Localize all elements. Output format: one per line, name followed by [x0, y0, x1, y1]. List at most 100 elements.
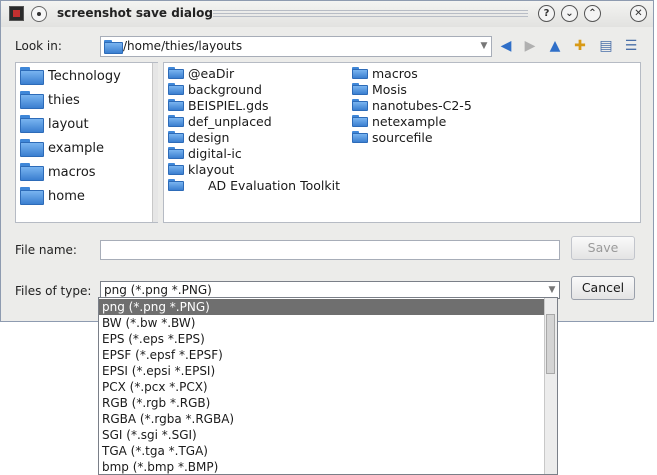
file-type-option-pcx[interactable]: PCX (*.pcx *.PCX): [99, 379, 546, 395]
file-item-label: macros: [372, 65, 418, 81]
save-button[interactable]: Save: [571, 236, 635, 260]
file-item[interactable]: netexample: [352, 113, 446, 129]
file-type-option-rgb[interactable]: RGB (*.rgb *.RGB): [99, 395, 546, 411]
file-item[interactable]: Mosis: [352, 81, 407, 97]
folder-icon: [168, 179, 184, 191]
folder-icon: [20, 115, 44, 133]
folder-icon: [168, 147, 184, 159]
file-item-label: nanotubes-C2-5: [372, 97, 472, 113]
file-item[interactable]: nanotubes-C2-5: [352, 97, 472, 113]
dropdown-scrollbar-thumb[interactable]: [546, 314, 555, 374]
file-item[interactable]: sourcefile: [352, 129, 433, 145]
folder-icon: [20, 163, 44, 181]
folder-icon: [352, 131, 368, 143]
file-item[interactable]: digital-ic: [168, 145, 242, 161]
dropdown-scrollbar[interactable]: [544, 298, 557, 474]
sidebar-item-thies[interactable]: thies: [20, 89, 80, 111]
look-in-path: /home/thies/layouts: [123, 39, 243, 53]
folder-icon: [352, 67, 368, 79]
file-item[interactable]: AD Evaluation Toolkit: [168, 177, 340, 193]
sidebar-item-macros[interactable]: macros: [20, 161, 96, 183]
sidebar-item-label: example: [48, 140, 104, 156]
folder-icon: [352, 83, 368, 95]
file-type-dropdown-list[interactable]: png (*.png *.PNG) BW (*.bw *.BW) EPS (*.…: [98, 297, 558, 475]
sidebar-item-label: layout: [48, 116, 89, 132]
file-item[interactable]: macros: [352, 65, 418, 81]
close-icon[interactable]: ✕: [630, 5, 647, 22]
cancel-button[interactable]: Cancel: [571, 276, 635, 300]
folder-icon: [352, 99, 368, 111]
window-menu-icon[interactable]: [31, 6, 47, 22]
titlebar-grip: [213, 10, 528, 18]
folder-icon: [20, 187, 44, 205]
file-type-option-rgba[interactable]: RGBA (*.rgba *.RGBA): [99, 411, 546, 427]
file-item-label: def_unplaced: [188, 113, 272, 129]
sidebar-item-technology[interactable]: Technology: [20, 65, 121, 87]
file-name-input[interactable]: [100, 240, 560, 260]
list-view-icon[interactable]: ▤: [597, 37, 615, 55]
file-type-option-epsf[interactable]: EPSF (*.epsf *.EPSF): [99, 347, 546, 363]
sidebar-item-label: macros: [48, 164, 96, 180]
file-item-label: background: [188, 81, 262, 97]
file-item[interactable]: def_unplaced: [168, 113, 272, 129]
file-item[interactable]: klayout: [168, 161, 234, 177]
file-type-option-tga[interactable]: TGA (*.tga *.TGA): [99, 443, 546, 459]
folder-icon: [20, 91, 44, 109]
app-icon[interactable]: [9, 6, 24, 21]
folder-path-icon: [104, 40, 123, 54]
file-item-label: design: [188, 129, 230, 145]
minimize-icon[interactable]: ⌄: [561, 5, 578, 22]
folder-icon: [20, 67, 44, 85]
folder-icon: [168, 131, 184, 143]
file-list-panel: @eaDir background BEISPIEL.gds def_unpla…: [163, 62, 641, 223]
files-of-type-label: Files of type:: [15, 284, 92, 298]
file-item-label: Mosis: [372, 81, 407, 97]
folder-icon: [168, 83, 184, 95]
file-type-option-bmp[interactable]: bmp (*.bmp *.BMP): [99, 459, 546, 474]
file-item[interactable]: BEISPIEL.gds: [168, 97, 269, 113]
file-type-selected: png (*.png *.PNG): [104, 283, 212, 297]
look-in-label: Look in:: [15, 39, 62, 53]
folder-icon: [168, 99, 184, 111]
sidebar-item-label: home: [48, 188, 85, 204]
file-type-option-epsi[interactable]: EPSI (*.epsi *.EPSI): [99, 363, 546, 379]
file-item-label: AD Evaluation Toolkit: [208, 177, 340, 193]
file-type-option-eps[interactable]: EPS (*.eps *.EPS): [99, 331, 546, 347]
sidebar-item-label: Technology: [48, 68, 121, 84]
help-icon[interactable]: ?: [538, 5, 555, 22]
look-in-combo[interactable]: /home/thies/layouts ▼: [100, 36, 492, 57]
folder-icon: [168, 115, 184, 127]
file-item-label: digital-ic: [188, 145, 242, 161]
maximize-icon[interactable]: ⌃: [584, 5, 601, 22]
sidebar-item-home[interactable]: home: [20, 185, 85, 207]
chevron-down-icon: ▼: [548, 285, 556, 295]
file-item[interactable]: @eaDir: [168, 65, 234, 81]
detail-view-icon[interactable]: ☰: [622, 37, 640, 55]
file-item-label: klayout: [188, 161, 235, 177]
file-type-option-sgi[interactable]: SGI (*.sgi *.SGI): [99, 427, 546, 443]
file-item[interactable]: background: [168, 81, 262, 97]
forward-arrow-icon[interactable]: ▶: [521, 37, 539, 55]
back-arrow-icon[interactable]: ◀: [497, 37, 515, 55]
file-icon: [188, 179, 204, 191]
file-type-option-bw[interactable]: BW (*.bw *.BW): [99, 315, 546, 331]
file-item-label: sourcefile: [372, 129, 433, 145]
file-item-label: @eaDir: [188, 65, 235, 81]
file-type-option-png[interactable]: png (*.png *.PNG): [99, 299, 546, 315]
folder-icon: [20, 139, 44, 157]
file-item-label: netexample: [372, 113, 447, 129]
sidebar-item-example[interactable]: example: [20, 137, 104, 159]
new-folder-icon[interactable]: ✚: [571, 37, 589, 55]
sidebar-item-label: thies: [48, 92, 80, 108]
chevron-down-icon: ▼: [480, 41, 488, 51]
window-title: screenshot save dialog: [57, 6, 213, 20]
file-name-label: File name:: [15, 243, 77, 257]
up-arrow-icon[interactable]: ▲: [546, 37, 564, 55]
sidebar-item-layout[interactable]: layout: [20, 113, 89, 135]
sidebar-panel: Technology thies layout example macros h…: [15, 62, 158, 223]
file-item-label: BEISPIEL.gds: [188, 97, 269, 113]
titlebar[interactable]: screenshot save dialog ? ⌄ ⌃ ✕: [1, 1, 653, 27]
sidebar-scrollbar[interactable]: [152, 63, 158, 222]
file-item[interactable]: design: [168, 129, 229, 145]
folder-icon: [168, 67, 184, 79]
